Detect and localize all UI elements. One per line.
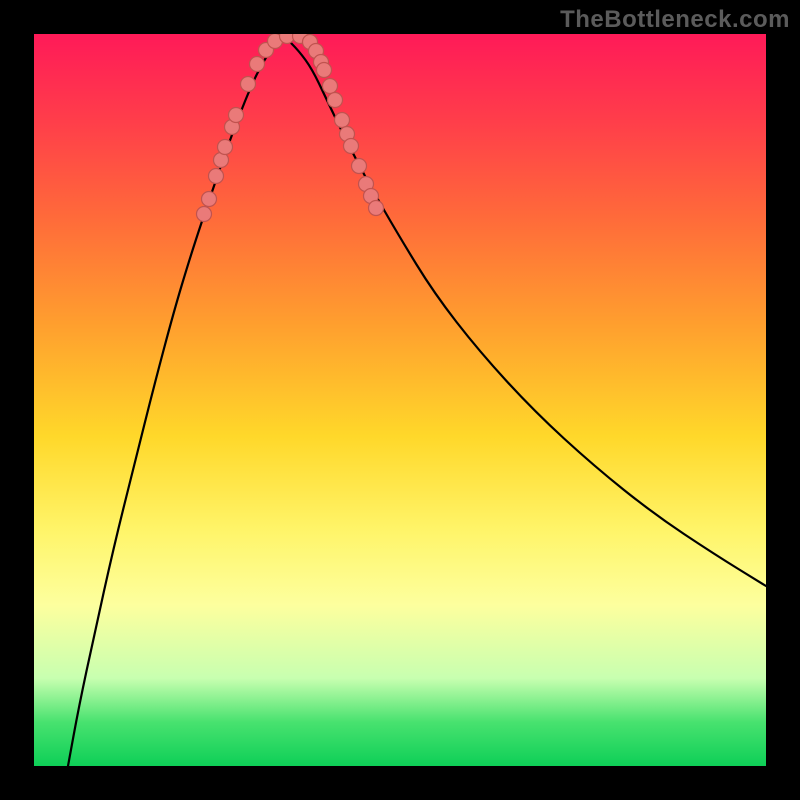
plot-area xyxy=(34,34,766,766)
data-point xyxy=(335,113,350,128)
data-point xyxy=(250,57,265,72)
chart-frame: TheBottleneck.com xyxy=(0,0,800,800)
data-point xyxy=(202,192,217,207)
data-point xyxy=(317,63,332,78)
data-point xyxy=(197,207,212,222)
data-point xyxy=(241,77,256,92)
data-point xyxy=(352,159,367,174)
curve-left-curve xyxy=(68,36,284,766)
data-point xyxy=(344,139,359,154)
data-point xyxy=(328,93,343,108)
watermark-text: TheBottleneck.com xyxy=(560,6,790,34)
curve-right-curve xyxy=(284,36,766,586)
data-point xyxy=(209,169,224,184)
curves-layer xyxy=(34,34,766,766)
data-point xyxy=(323,79,338,94)
data-point xyxy=(369,201,384,216)
data-point xyxy=(218,140,233,155)
data-point xyxy=(229,108,244,123)
